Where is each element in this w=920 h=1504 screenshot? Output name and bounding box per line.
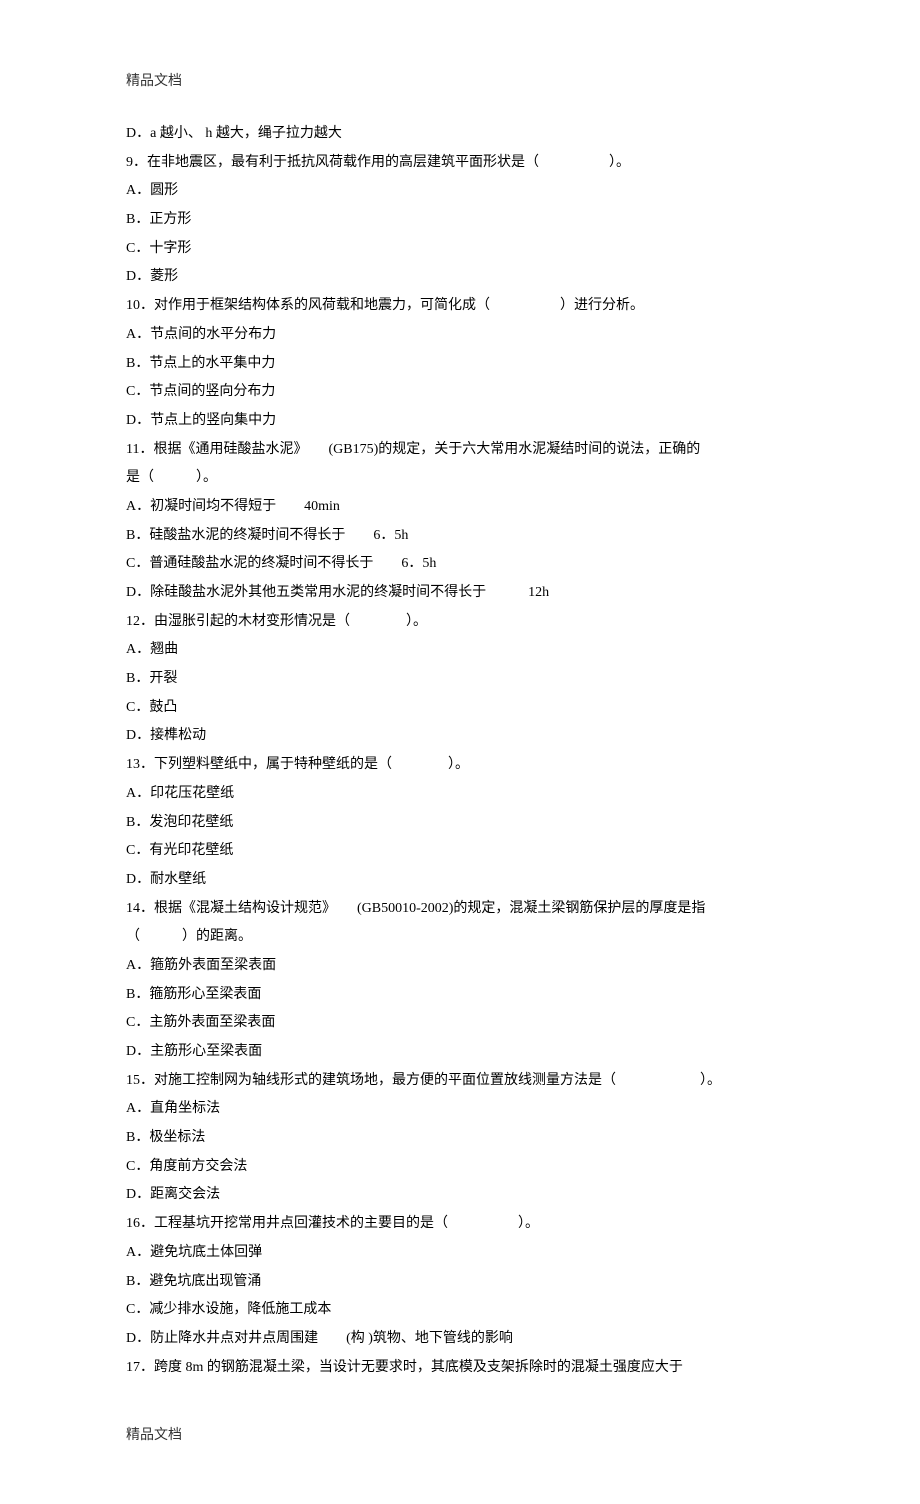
- text-line: B．节点上的水平集中力: [126, 350, 794, 379]
- text-line: D．距离交会法: [126, 1181, 794, 1210]
- text-line: 14．根据《混凝土结构设计规范》 (GB50010-2002)的规定，混凝土梁钢…: [126, 895, 794, 924]
- text-line: D．除硅酸盐水泥外其他五类常用水泥的终凝时间不得长于 12h: [126, 579, 794, 608]
- text-line: B．避免坑底出现管涌: [126, 1268, 794, 1297]
- page-header: 精品文档: [126, 70, 794, 90]
- text-line: 17．跨度 8m 的钢筋混凝土梁，当设计无要求时，其底模及支架拆除时的混凝土强度…: [126, 1354, 794, 1383]
- text-line: D．接榫松动: [126, 722, 794, 751]
- text-line: C．普通硅酸盐水泥的终凝时间不得长于 6．5h: [126, 550, 794, 579]
- document-body: D．a 越小、 h 越大，绳子拉力越大9．在非地震区，最有利于抵抗风荷载作用的高…: [126, 120, 794, 1382]
- text-line: D．节点上的竖向集中力: [126, 407, 794, 436]
- text-line: D．菱形: [126, 263, 794, 292]
- text-line: 是（ ）。: [126, 464, 794, 493]
- text-line: 11．根据《通用硅酸盐水泥》 (GB175)的规定，关于六大常用水泥凝结时间的说…: [126, 436, 794, 465]
- text-line: D．主筋形心至梁表面: [126, 1038, 794, 1067]
- text-line: B．箍筋形心至梁表面: [126, 981, 794, 1010]
- text-line: B．发泡印花壁纸: [126, 809, 794, 838]
- text-line: C．角度前方交会法: [126, 1153, 794, 1182]
- text-line: 12．由湿胀引起的木材变形情况是（ ）。: [126, 608, 794, 637]
- text-line: 15．对施工控制网为轴线形式的建筑场地，最方便的平面位置放线测量方法是（ ）。: [126, 1067, 794, 1096]
- text-line: A．圆形: [126, 177, 794, 206]
- text-line: A．印花压花壁纸: [126, 780, 794, 809]
- text-line: C．鼓凸: [126, 694, 794, 723]
- text-line: A．箍筋外表面至梁表面: [126, 952, 794, 981]
- text-line: A．避免坑底土体回弹: [126, 1239, 794, 1268]
- text-line: D．a 越小、 h 越大，绳子拉力越大: [126, 120, 794, 149]
- text-line: 13．下列塑料壁纸中，属于特种壁纸的是（ ）。: [126, 751, 794, 780]
- text-line: B．开裂: [126, 665, 794, 694]
- text-line: D．耐水壁纸: [126, 866, 794, 895]
- text-line: 9．在非地震区，最有利于抵抗风荷载作用的高层建筑平面形状是（ ）。: [126, 149, 794, 178]
- text-line: A．初凝时间均不得短于 40min: [126, 493, 794, 522]
- text-line: B．正方形: [126, 206, 794, 235]
- text-line: 10．对作用于框架结构体系的风荷载和地震力，可简化成（ ）进行分析。: [126, 292, 794, 321]
- text-line: B．硅酸盐水泥的终凝时间不得长于 6．5h: [126, 522, 794, 551]
- text-line: 16．工程基坑开挖常用井点回灌技术的主要目的是（ ）。: [126, 1210, 794, 1239]
- text-line: C．减少排水设施，降低施工成本: [126, 1296, 794, 1325]
- text-line: A．翘曲: [126, 636, 794, 665]
- text-line: C．主筋外表面至梁表面: [126, 1009, 794, 1038]
- text-line: A．节点间的水平分布力: [126, 321, 794, 350]
- document-page: 精品文档 D．a 越小、 h 越大，绳子拉力越大9．在非地震区，最有利于抵抗风荷…: [0, 0, 920, 1504]
- text-line: C．十字形: [126, 235, 794, 264]
- text-line: C．节点间的竖向分布力: [126, 378, 794, 407]
- text-line: C．有光印花壁纸: [126, 837, 794, 866]
- page-footer: 精品文档: [126, 1424, 794, 1444]
- text-line: （ ）的距离。: [126, 923, 794, 952]
- text-line: B．极坐标法: [126, 1124, 794, 1153]
- text-line: D．防止降水井点对井点周围建 (构 )筑物、地下管线的影响: [126, 1325, 794, 1354]
- text-line: A．直角坐标法: [126, 1095, 794, 1124]
